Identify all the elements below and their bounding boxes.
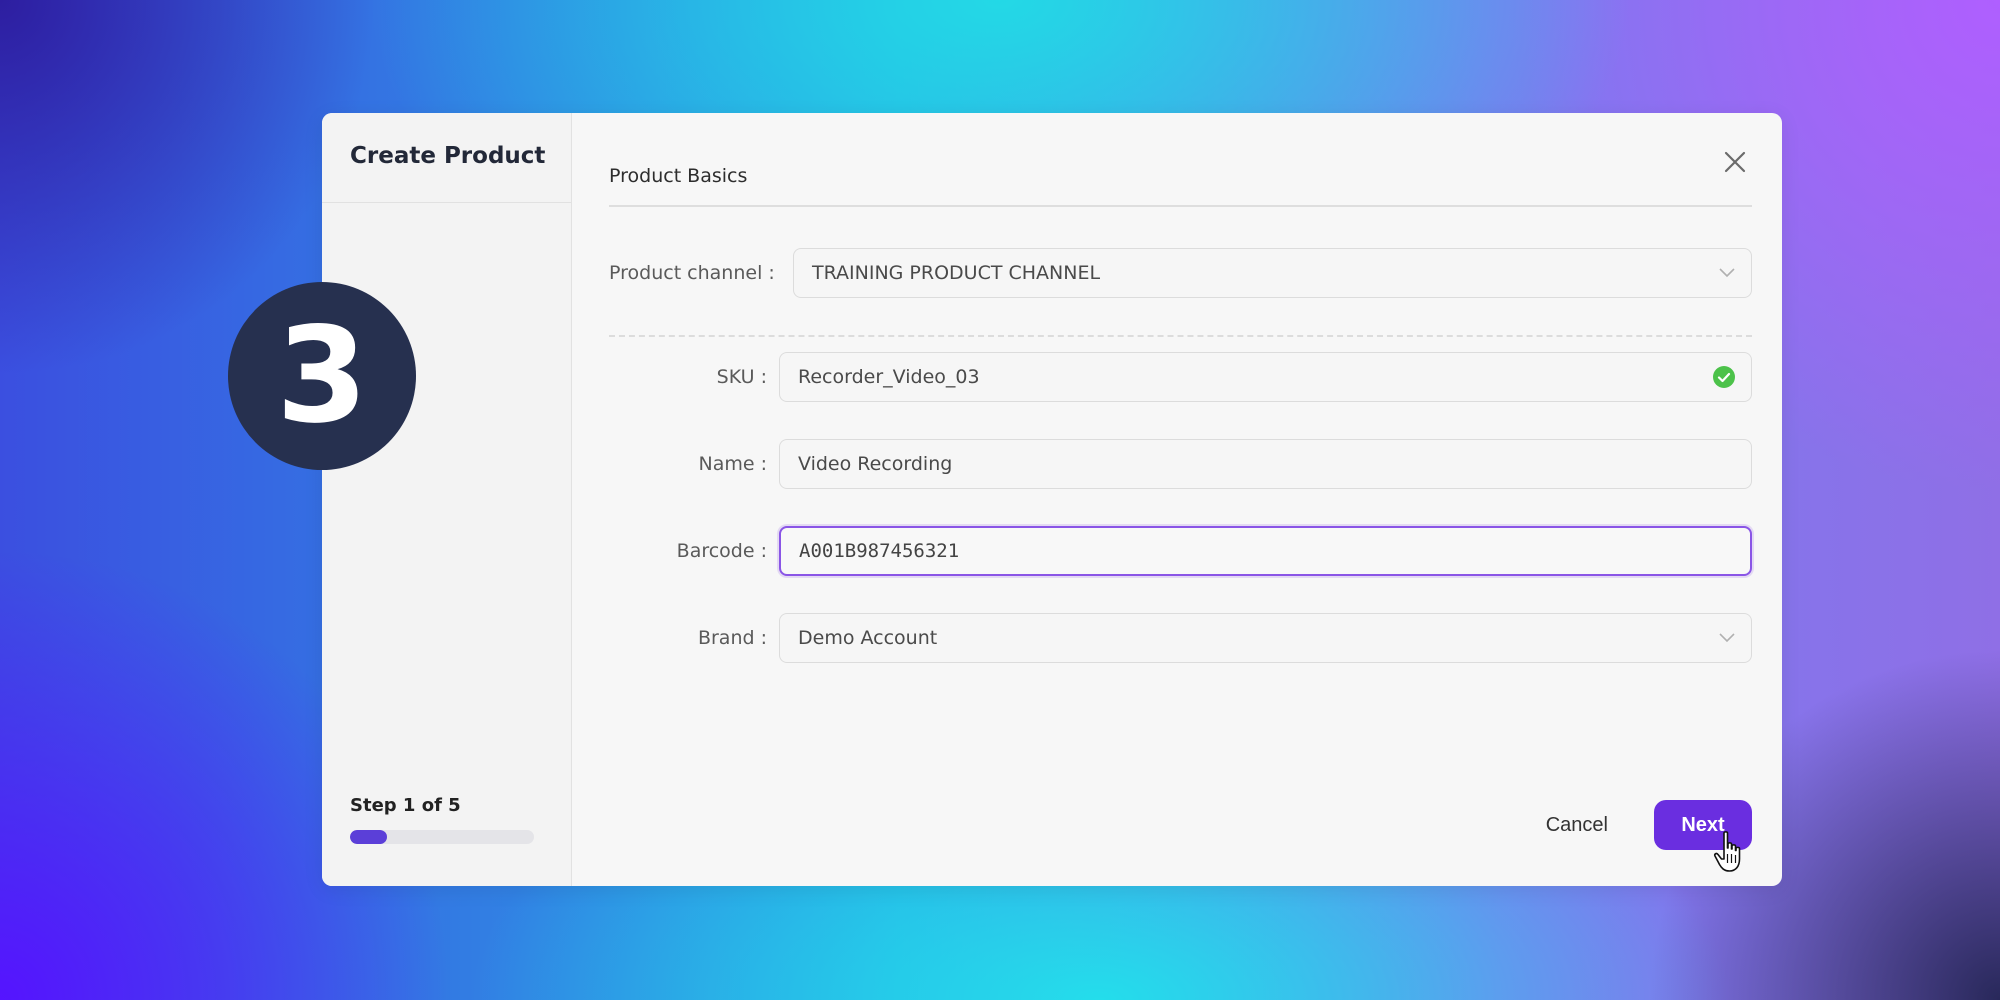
brand-value: Demo Account [798,627,938,649]
modal-footer: Cancel Next [1546,800,1752,872]
product-channel-select[interactable]: TRAINING PRODUCT CHANNEL [793,248,1752,298]
barcode-input[interactable]: A001B987456321 [779,526,1752,576]
chevron-down-icon [1719,268,1735,278]
progress-track [350,830,534,844]
hand-pointer-icon [1713,831,1741,872]
main-panel: Product Basics Product channel : TRAININ… [572,113,1782,886]
sku-label: SKU : [716,366,767,388]
step-progress: Step 1 of 5 [350,795,534,844]
brand-select[interactable]: Demo Account [779,613,1752,663]
close-icon [1724,151,1746,173]
sidebar: Create Product Step 1 of 5 [322,113,572,886]
product-channel-row: Product channel : TRAINING PRODUCT CHANN… [609,248,1752,298]
next-button[interactable]: Next [1654,800,1752,872]
modal-title: Create Product [322,113,571,203]
sku-value: Recorder_Video_03 [798,366,980,388]
step-number-badge: 3 [228,282,416,470]
create-product-modal: Create Product Step 1 of 5 Product Basic… [322,113,1782,886]
name-value: Video Recording [798,453,953,475]
barcode-row: Barcode : A001B987456321 [609,526,1752,576]
close-button[interactable] [1722,149,1748,175]
product-channel-label: Product channel : [609,262,775,284]
progress-fill [350,830,387,844]
section-title: Product Basics [609,165,1752,207]
name-row: Name : Video Recording [609,439,1752,489]
cancel-button[interactable]: Cancel [1546,814,1608,837]
barcode-label: Barcode : [676,540,767,562]
section-divider [609,335,1752,337]
name-input[interactable]: Video Recording [779,439,1752,489]
check-circle-icon [1713,366,1735,388]
step-label: Step 1 of 5 [350,795,461,816]
brand-row: Brand : Demo Account [609,613,1752,663]
sku-row: SKU : Recorder_Video_03 [609,352,1752,402]
barcode-value: A001B987456321 [799,540,960,562]
product-channel-value: TRAINING PRODUCT CHANNEL [812,262,1101,284]
brand-label: Brand : [697,627,767,649]
chevron-down-icon [1719,633,1735,643]
sku-input[interactable]: Recorder_Video_03 [779,352,1752,402]
name-label: Name : [698,453,768,475]
